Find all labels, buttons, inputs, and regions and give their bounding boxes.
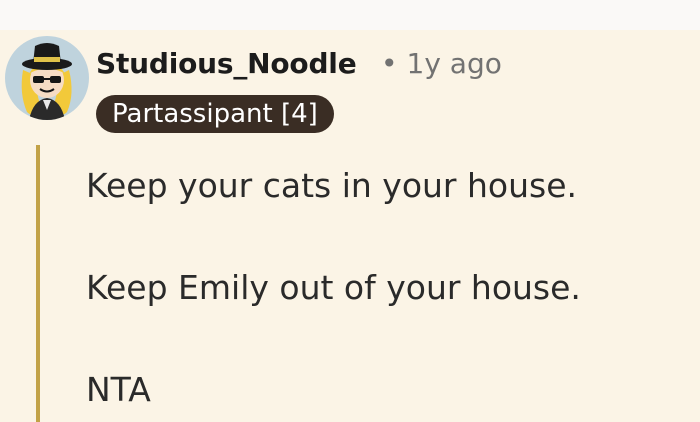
comment-body-line: NTA xyxy=(86,370,151,409)
user-flair: Partassipant [4] xyxy=(96,95,334,133)
comment-meta: • 1y ago xyxy=(381,44,502,84)
meta-separator: • xyxy=(381,47,398,80)
comment-body-line: Keep your cats in your house. xyxy=(86,166,577,205)
avatar[interactable] xyxy=(5,36,89,120)
comment-age[interactable]: 1y ago xyxy=(407,47,502,80)
comment-panel xyxy=(0,30,700,422)
avatar-illustration-icon xyxy=(5,36,89,120)
comment-author[interactable]: Studious_Noodle xyxy=(96,44,357,84)
thread-line[interactable] xyxy=(36,145,40,422)
comment-body-line: Keep Emily out of your house. xyxy=(86,268,581,307)
